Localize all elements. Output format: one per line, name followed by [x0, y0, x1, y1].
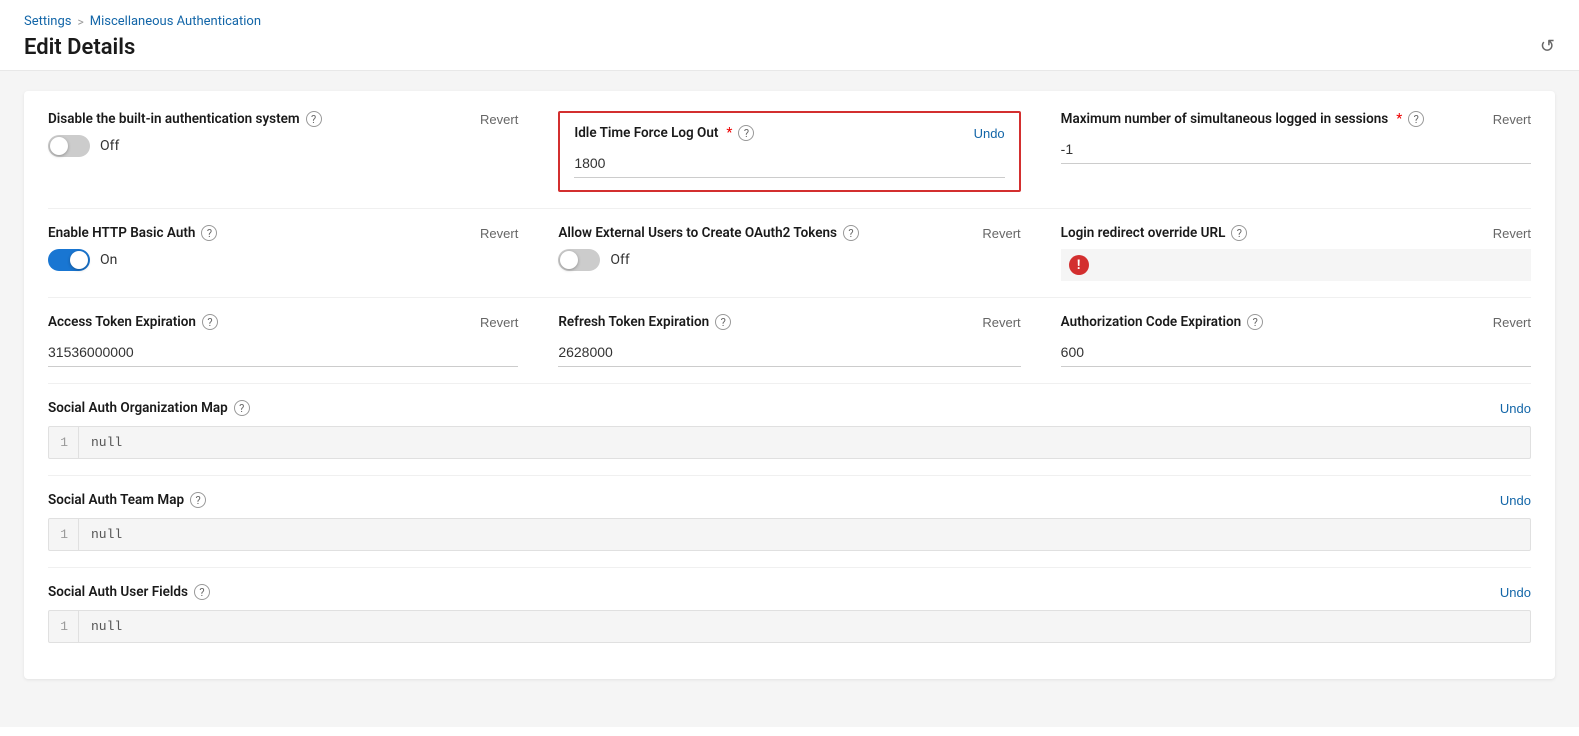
enable-http-basic-auth-field: Enable HTTP Basic Auth ? Revert On	[48, 225, 542, 281]
social-auth-org-map-content: null	[79, 427, 1530, 458]
social-auth-team-map-line-number: 1	[49, 519, 79, 550]
page-title: Edit Details	[24, 35, 1555, 60]
access-token-expiration-field: Access Token Expiration ? Revert	[48, 314, 542, 367]
refresh-token-expiration-revert-button[interactable]: Revert	[982, 315, 1020, 330]
refresh-token-expiration-help-icon[interactable]: ?	[715, 314, 731, 330]
social-auth-user-fields-line-number: 1	[49, 611, 79, 642]
authorization-code-expiration-label: Authorization Code Expiration	[1061, 314, 1242, 330]
social-auth-user-fields-undo-button[interactable]: Undo	[1500, 585, 1531, 600]
disable-builtin-auth-revert-button[interactable]: Revert	[480, 112, 518, 127]
social-auth-user-fields-content: null	[79, 611, 1530, 642]
access-token-expiration-input[interactable]	[48, 338, 518, 367]
breadcrumb: Settings > Miscellaneous Authentication	[24, 14, 1555, 29]
max-sessions-field: Maximum number of simultaneous logged in…	[1037, 111, 1531, 192]
authorization-code-expiration-input[interactable]	[1061, 338, 1531, 367]
enable-http-basic-auth-help-icon[interactable]: ?	[201, 225, 217, 241]
max-sessions-required: *	[1396, 111, 1402, 127]
idle-time-label: Idle Time Force Log Out	[574, 125, 718, 141]
social-auth-team-map-label: Social Auth Team Map	[48, 492, 184, 508]
breadcrumb-settings-link[interactable]: Settings	[24, 14, 71, 29]
enable-http-basic-auth-toggle-label: On	[100, 252, 117, 268]
breadcrumb-current: Miscellaneous Authentication	[90, 14, 261, 29]
authorization-code-expiration-help-icon[interactable]: ?	[1247, 314, 1263, 330]
login-redirect-url-label: Login redirect override URL	[1061, 225, 1226, 241]
authorization-code-expiration-field: Authorization Code Expiration ? Revert	[1037, 314, 1531, 367]
max-sessions-input[interactable]	[1061, 135, 1531, 164]
access-token-expiration-label: Access Token Expiration	[48, 314, 196, 330]
allow-external-users-toggle[interactable]	[558, 249, 600, 271]
login-redirect-url-help-icon[interactable]: ?	[1231, 225, 1247, 241]
refresh-token-expiration-label: Refresh Token Expiration	[558, 314, 709, 330]
social-auth-org-map-help-icon[interactable]: ?	[234, 400, 250, 416]
allow-external-users-toggle-label: Off	[610, 252, 629, 268]
max-sessions-help-icon[interactable]: ?	[1408, 111, 1424, 127]
disable-builtin-auth-help-icon[interactable]: ?	[306, 111, 322, 127]
disable-builtin-auth-label: Disable the built-in authentication syst…	[48, 111, 300, 127]
social-auth-team-map-content: null	[79, 519, 1530, 550]
social-auth-user-fields-help-icon[interactable]: ?	[194, 584, 210, 600]
social-auth-user-fields-editor[interactable]: 1 null	[48, 610, 1531, 643]
max-sessions-revert-button[interactable]: Revert	[1493, 112, 1531, 127]
social-auth-org-map-line-number: 1	[49, 427, 79, 458]
enable-http-basic-auth-label: Enable HTTP Basic Auth	[48, 225, 195, 241]
disable-builtin-auth-toggle[interactable]	[48, 135, 90, 157]
allow-external-users-help-icon[interactable]: ?	[843, 225, 859, 241]
idle-time-input[interactable]	[574, 149, 1004, 178]
login-redirect-error-icon: !	[1069, 255, 1089, 275]
login-redirect-url-revert-button[interactable]: Revert	[1493, 226, 1531, 241]
social-auth-team-map-editor[interactable]: 1 null	[48, 518, 1531, 551]
enable-http-basic-auth-toggle[interactable]	[48, 249, 90, 271]
disable-builtin-auth-toggle-label: Off	[100, 138, 119, 154]
social-auth-org-map-undo-button[interactable]: Undo	[1500, 401, 1531, 416]
social-auth-team-map-section: Social Auth Team Map ? Undo 1 null	[48, 492, 1531, 568]
breadcrumb-separator: >	[77, 15, 83, 29]
enable-http-basic-auth-revert-button[interactable]: Revert	[480, 226, 518, 241]
idle-time-force-logout-field: Idle Time Force Log Out * ? Undo	[542, 111, 1036, 192]
social-auth-team-map-undo-button[interactable]: Undo	[1500, 493, 1531, 508]
allow-external-users-oauth2-field: Allow External Users to Create OAuth2 To…	[542, 225, 1036, 281]
access-token-expiration-help-icon[interactable]: ?	[202, 314, 218, 330]
social-auth-user-fields-label: Social Auth User Fields	[48, 584, 188, 600]
login-redirect-url-field: Login redirect override URL ? Revert !	[1037, 225, 1531, 281]
refresh-token-expiration-input[interactable]	[558, 338, 1020, 367]
idle-time-required: *	[726, 125, 732, 141]
allow-external-users-revert-button[interactable]: Revert	[982, 226, 1020, 241]
refresh-token-expiration-field: Refresh Token Expiration ? Revert	[542, 314, 1036, 367]
login-redirect-url-input[interactable]	[1097, 257, 1523, 273]
max-sessions-label: Maximum number of simultaneous logged in…	[1061, 111, 1389, 127]
history-icon[interactable]: ↺	[1540, 36, 1555, 57]
social-auth-team-map-help-icon[interactable]: ?	[190, 492, 206, 508]
social-auth-user-fields-section: Social Auth User Fields ? Undo 1 null	[48, 584, 1531, 659]
social-auth-org-map-section: Social Auth Organization Map ? Undo 1 nu…	[48, 400, 1531, 476]
authorization-code-expiration-revert-button[interactable]: Revert	[1493, 315, 1531, 330]
disable-builtin-auth-field: Disable the built-in authentication syst…	[48, 111, 542, 192]
access-token-expiration-revert-button[interactable]: Revert	[480, 315, 518, 330]
idle-time-undo-button[interactable]: Undo	[974, 126, 1005, 141]
social-auth-org-map-editor[interactable]: 1 null	[48, 426, 1531, 459]
idle-time-help-icon[interactable]: ?	[738, 125, 754, 141]
allow-external-users-label: Allow External Users to Create OAuth2 To…	[558, 225, 837, 241]
social-auth-org-map-label: Social Auth Organization Map	[48, 400, 228, 416]
